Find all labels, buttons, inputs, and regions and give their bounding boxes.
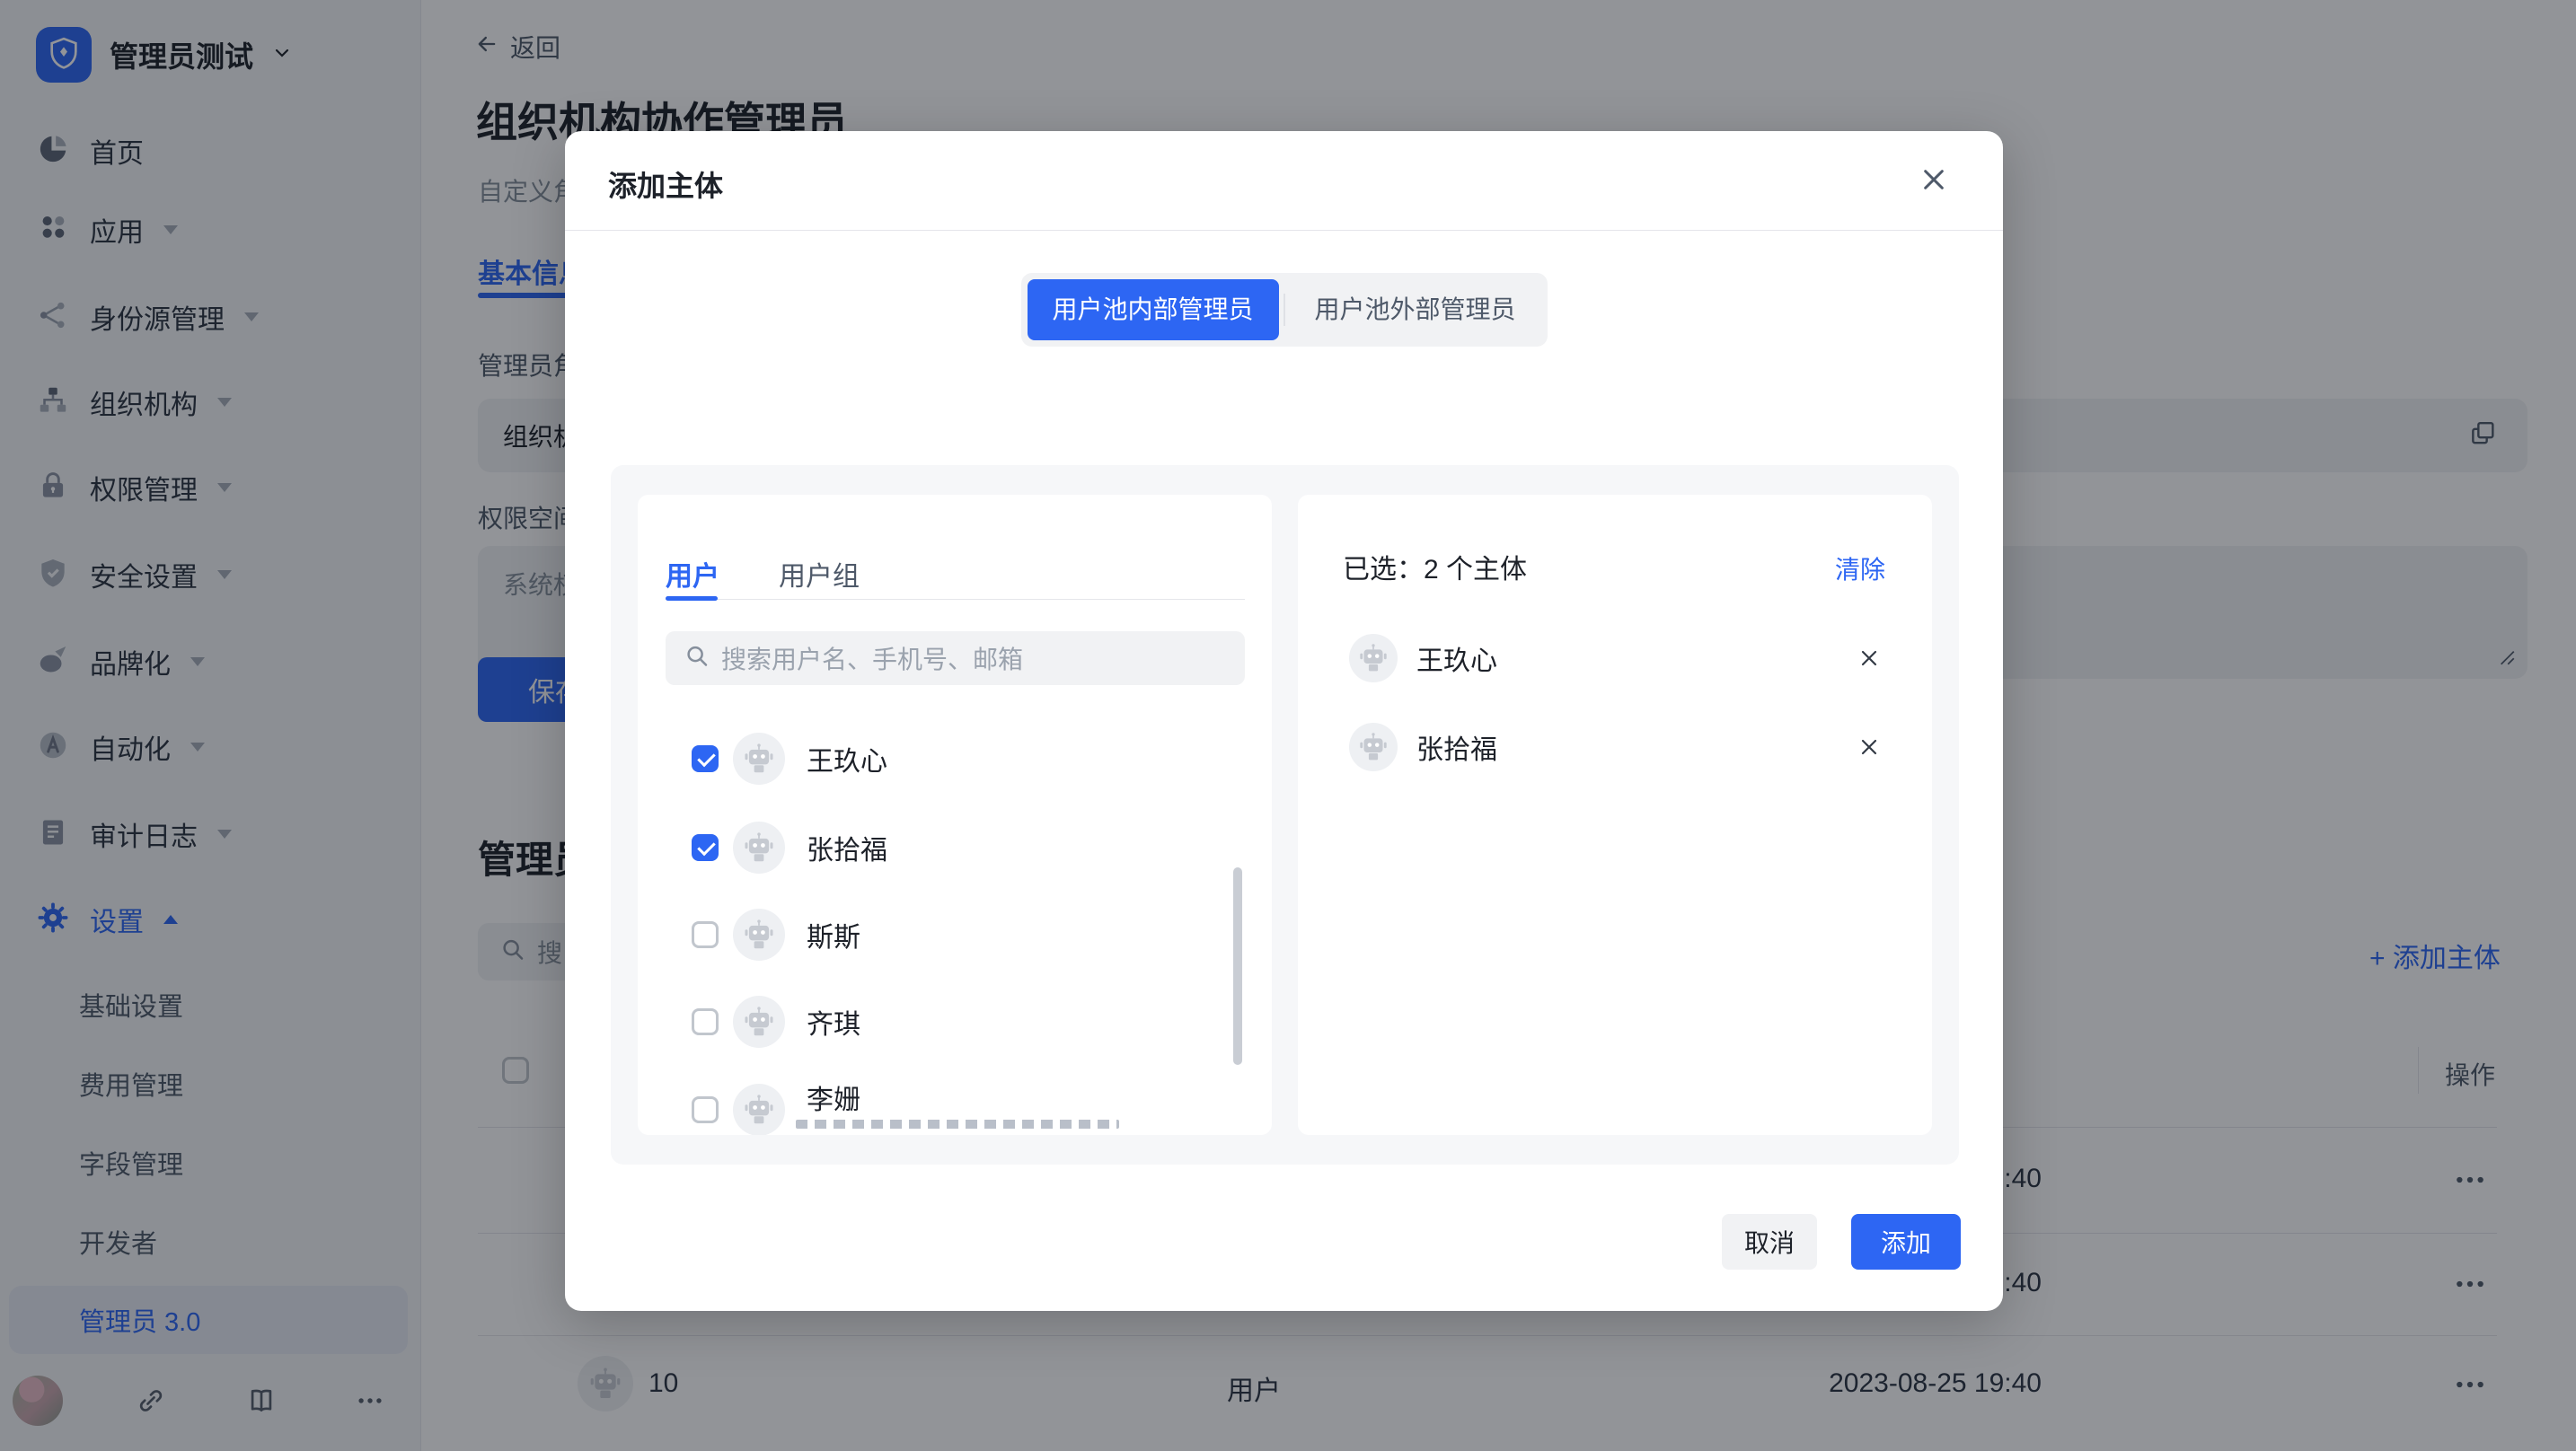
- selected-name: 张拾福: [1416, 727, 1497, 767]
- user-picker-card: 用户 用户组 搜索用户名、手机号、邮箱 王玖心 张拾福: [638, 495, 1272, 1135]
- user-search-placeholder: 搜索用户名、手机号、邮箱: [721, 640, 1023, 676]
- selected-summary: 已选：2 个主体: [1343, 547, 1527, 586]
- user-avatar: [733, 996, 785, 1048]
- admin-console-app: 管理员测试 首页 应用 身份源管理 组织机构 权限管理: [0, 0, 2576, 1451]
- add-subject-modal: 添加主体 用户池内部管理员 用户池外部管理员 1 选择管理员主体 › 2 通知管…: [565, 131, 2003, 1311]
- segment-internal-admin[interactable]: 用户池内部管理员: [1027, 279, 1278, 340]
- selected-item: 张拾福: [1298, 716, 1932, 778]
- segment-divider: [1284, 294, 1285, 326]
- selected-panel-card: 已选：2 个主体 清除 王玖心 张拾福: [1298, 495, 1932, 1135]
- clear-link[interactable]: 清除: [1835, 550, 1885, 586]
- modal-title: 添加主体: [608, 163, 723, 205]
- clipped-subtext: [796, 1120, 1119, 1129]
- user-avatar: [1349, 723, 1398, 771]
- tab-users[interactable]: 用户: [666, 554, 719, 594]
- segment-external-admin[interactable]: 用户池外部管理员: [1290, 279, 1541, 340]
- list-scrollbar[interactable]: [1233, 867, 1242, 1065]
- confirm-label: 添加: [1881, 1224, 1931, 1260]
- user-name: 王玖心: [807, 739, 887, 778]
- modal-header-divider: [565, 230, 2003, 231]
- remove-icon[interactable]: [1851, 729, 1887, 765]
- user-name: 齐琪: [807, 1002, 860, 1042]
- admin-type-segmented-control: 用户池内部管理员 用户池外部管理员: [1020, 273, 1547, 347]
- tab-user-groups[interactable]: 用户组: [779, 554, 860, 594]
- user-list-item[interactable]: 张拾福: [638, 813, 1272, 882]
- user-checkbox[interactable]: [692, 1096, 719, 1123]
- confirm-add-button[interactable]: 添加: [1851, 1214, 1961, 1270]
- cancel-button[interactable]: 取消: [1722, 1214, 1817, 1270]
- user-avatar: [733, 822, 785, 874]
- user-checkbox[interactable]: [692, 834, 719, 861]
- user-avatar: [733, 909, 785, 961]
- tab-active-underline: [666, 596, 718, 601]
- cancel-label: 取消: [1744, 1224, 1795, 1260]
- tabs-divider: [666, 599, 1245, 600]
- user-name: 李姗: [807, 1077, 860, 1117]
- selected-item: 王玖心: [1298, 627, 1932, 690]
- user-avatar: [733, 733, 785, 785]
- close-icon[interactable]: [1910, 156, 1957, 203]
- user-list-item[interactable]: 王玖心: [638, 725, 1272, 793]
- user-list-item[interactable]: 斯斯: [638, 901, 1272, 969]
- user-checkbox[interactable]: [692, 1008, 719, 1035]
- user-checkbox[interactable]: [692, 921, 719, 948]
- user-avatar: [1349, 634, 1398, 682]
- user-name: 张拾福: [807, 828, 887, 867]
- user-checkbox[interactable]: [692, 745, 719, 772]
- user-search-input[interactable]: 搜索用户名、手机号、邮箱: [666, 631, 1245, 685]
- picker-panel: 用户 用户组 搜索用户名、手机号、邮箱 王玖心 张拾福: [611, 465, 1959, 1165]
- search-icon: [684, 643, 710, 674]
- selected-name: 王玖心: [1416, 638, 1497, 678]
- remove-icon[interactable]: [1851, 640, 1887, 676]
- user-avatar: [733, 1084, 785, 1135]
- user-list-item[interactable]: 齐琪: [638, 988, 1272, 1056]
- user-name: 斯斯: [807, 915, 860, 954]
